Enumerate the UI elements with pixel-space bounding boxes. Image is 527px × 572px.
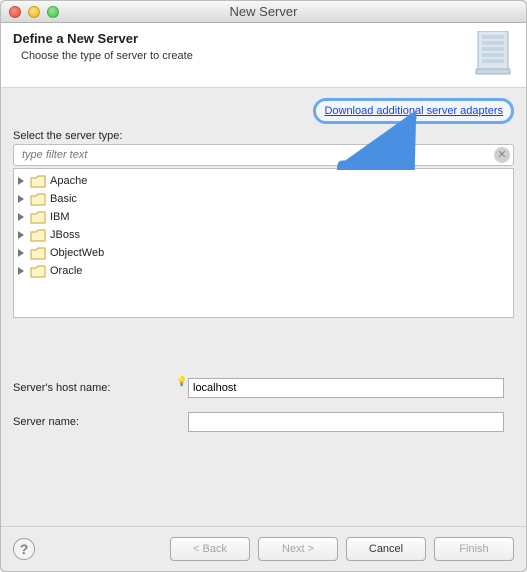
next-button[interactable]: Next > — [258, 537, 338, 561]
expand-arrow-icon[interactable] — [18, 177, 24, 185]
tree-item-label: Oracle — [50, 265, 82, 277]
tree-item-jboss[interactable]: JBoss — [18, 226, 509, 244]
help-button[interactable]: ? — [13, 538, 35, 560]
folder-icon — [30, 229, 46, 242]
tree-item-label: IBM — [50, 211, 70, 223]
page-title: Define a New Server — [13, 31, 472, 46]
folder-icon — [30, 247, 46, 260]
wizard-body: Download additional server adapters Sele… — [1, 88, 526, 526]
tree-item-label: Apache — [50, 175, 87, 187]
tree-item-oracle[interactable]: Oracle — [18, 262, 509, 280]
servername-input[interactable] — [188, 412, 504, 432]
page-subtitle: Choose the type of server to create — [21, 50, 472, 62]
server-type-tree[interactable]: Apache Basic IBM JBo — [13, 168, 514, 318]
lightbulb-icon: 💡 — [176, 376, 186, 386]
back-button[interactable]: < Back — [170, 537, 250, 561]
folder-icon — [30, 265, 46, 278]
select-server-type-label: Select the server type: — [13, 130, 514, 142]
expand-arrow-icon[interactable] — [18, 231, 24, 239]
window-title: New Server — [1, 4, 526, 19]
folder-icon — [30, 211, 46, 224]
finish-button[interactable]: Finish — [434, 537, 514, 561]
server-wizard-icon — [472, 31, 514, 75]
tree-item-ibm[interactable]: IBM — [18, 208, 509, 226]
filter-field-wrap: ✕ — [13, 144, 514, 166]
tree-item-label: Basic — [50, 193, 77, 205]
expand-arrow-icon[interactable] — [18, 213, 24, 221]
folder-icon — [30, 175, 46, 188]
servername-label: Server name: — [13, 416, 188, 428]
tree-item-basic[interactable]: Basic — [18, 190, 509, 208]
hostname-label: Server's host name: — [13, 382, 188, 394]
expand-arrow-icon[interactable] — [18, 249, 24, 257]
titlebar: New Server — [1, 1, 526, 23]
tree-item-objectweb[interactable]: ObjectWeb — [18, 244, 509, 262]
wizard-window: New Server Define a New Server Choose th… — [0, 0, 527, 572]
expand-arrow-icon[interactable] — [18, 195, 24, 203]
wizard-header: Define a New Server Choose the type of s… — [1, 23, 526, 88]
tree-item-label: ObjectWeb — [50, 247, 104, 259]
expand-arrow-icon[interactable] — [18, 267, 24, 275]
clear-filter-icon[interactable]: ✕ — [494, 147, 510, 163]
tree-item-label: JBoss — [50, 229, 80, 241]
filter-input[interactable] — [20, 148, 491, 162]
hostname-input[interactable] — [188, 378, 504, 398]
cancel-button[interactable]: Cancel — [346, 537, 426, 561]
server-form: Server's host name: 💡 Server name: — [13, 378, 514, 446]
tree-item-apache[interactable]: Apache — [18, 172, 509, 190]
download-adapters-link[interactable]: Download additional server adapters — [313, 98, 514, 124]
wizard-footer: ? < Back Next > Cancel Finish — [1, 526, 526, 571]
folder-icon — [30, 193, 46, 206]
